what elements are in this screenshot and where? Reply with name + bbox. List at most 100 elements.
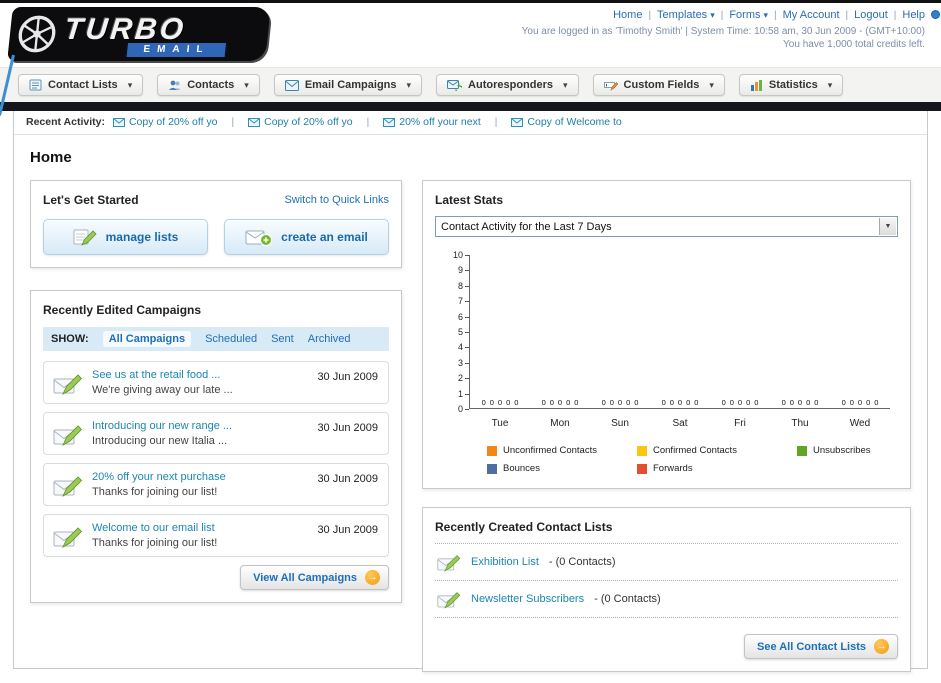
chart-value-label: 0 [669, 397, 674, 407]
campaign-title-link[interactable]: Welcome to our email list [92, 522, 302, 534]
campaign-title-link[interactable]: See us at the retail food ... [92, 369, 302, 381]
see-all-contact-lists-button[interactable]: See All Contact Lists [743, 634, 898, 659]
top-link-help[interactable]: Help [902, 9, 925, 21]
y-tick-label: 4 [458, 342, 469, 352]
tab-sent[interactable]: Sent [271, 333, 294, 345]
contact-list-row[interactable]: Exhibition List - (0 Contacts) [435, 544, 898, 581]
contact-list-count: - (0 Contacts) [548, 556, 616, 568]
campaign-row[interactable]: See us at the retail food ... We're givi… [43, 361, 389, 404]
nav-tab-statistics[interactable]: Statistics [738, 74, 844, 96]
recent-activity-item-label: Copy of Welcome to [527, 116, 622, 128]
chart-value-label: 0 [754, 397, 759, 407]
envelope-icon [248, 117, 261, 127]
page-frame: Recent Activity: Copy of 20% off yo Copy… [13, 111, 928, 672]
y-tick-label: 6 [458, 312, 469, 322]
chart-value-group: 00000 [770, 397, 830, 409]
chart-value-label: 0 [506, 397, 511, 407]
statistics-icon [750, 80, 762, 91]
campaign-date: 30 Jun 2009 [317, 473, 378, 485]
recent-activity-item[interactable]: 20% off your next [383, 116, 481, 128]
recent-activity-item[interactable]: Copy of Welcome to [511, 116, 622, 128]
chart-y-labels: 10 9 8 7 6 5 4 3 2 1 0 [443, 250, 469, 414]
recent-activity-item[interactable]: Copy of 20% off yo [112, 116, 218, 128]
x-axis-label: Sat [672, 418, 688, 429]
chevron-down-icon [761, 9, 769, 21]
view-all-campaigns-button[interactable]: View All Campaigns [240, 565, 389, 590]
nav-tab-label: Contacts [187, 79, 235, 91]
get-started-title: Let's Get Started [43, 193, 139, 207]
nav-tab-contacts[interactable]: Contacts [157, 74, 260, 96]
chart-value-label: 0 [746, 397, 751, 407]
legend-item: Forwards [637, 463, 797, 474]
chart-value-group: 00000 [470, 397, 530, 409]
recent-campaigns-panel: Recently Edited Campaigns SHOW: All Camp… [30, 290, 402, 603]
campaign-row[interactable]: Introducing our new range ... Introducin… [43, 412, 389, 455]
contact-list-link[interactable]: Newsletter Subscribers [471, 593, 584, 605]
y-tick-label: 0 [458, 404, 469, 414]
manage-lists-button[interactable]: manage lists [43, 219, 208, 255]
campaign-list: See us at the retail food ... We're givi… [43, 361, 389, 557]
chart-value-group: 00000 [710, 397, 770, 409]
chart-groups: 00000000000000000000000000000000000 [470, 255, 890, 408]
create-email-button[interactable]: create an email [224, 219, 389, 255]
stats-period-select[interactable]: Contact Activity for the Last 7 Days [435, 216, 898, 237]
campaign-subtitle: Thanks for joining our list! [92, 486, 218, 498]
switch-quick-links-link[interactable]: Switch to Quick Links [284, 194, 389, 206]
top-link-templates[interactable]: Templates [657, 9, 715, 21]
y-tick-label: 5 [458, 327, 469, 337]
campaign-row[interactable]: Welcome to our email list Thanks for joi… [43, 514, 389, 557]
chart-legend: Unconfirmed Contacts Confirmed Contacts Un… [487, 445, 890, 474]
chart-value-label: 0 [497, 397, 503, 407]
chevron-down-icon [403, 79, 412, 91]
tab-scheduled[interactable]: Scheduled [205, 333, 257, 345]
campaign-date: 30 Jun 2009 [317, 422, 378, 434]
legend-swatch [487, 445, 497, 456]
y-tick-label: 1 [458, 389, 469, 399]
chart-value-label: 0 [601, 397, 606, 407]
contact-list-link[interactable]: Exhibition List [471, 556, 539, 568]
help-indicator-dot[interactable] [931, 10, 940, 19]
chevron-down-icon [559, 79, 568, 91]
recent-activity-item-label: Copy of 20% off yo [264, 116, 353, 128]
top-link-home[interactable]: Home [613, 9, 642, 21]
tab-all-campaigns[interactable]: All Campaigns [102, 331, 192, 347]
nav-tab-autoresponders[interactable]: Autoresponders [436, 74, 579, 96]
top-nav: Home Templates Forms My Account Logout Help [522, 9, 925, 21]
chart-axis-spacer [443, 414, 470, 429]
legend-item: Unconfirmed Contacts [487, 445, 637, 456]
campaign-title-link[interactable]: 20% off your next purchase [92, 471, 302, 483]
nav-tab-contact-lists[interactable]: Contact Lists [18, 74, 144, 96]
chart-value-label: 0 [686, 397, 691, 407]
nav-tab-email-campaigns[interactable]: Email Campaigns [273, 74, 423, 96]
chart-value-label: 0 [874, 397, 879, 407]
top-link-my-account[interactable]: My Account [783, 9, 840, 21]
app-logo[interactable]: TURBO EMAIL [7, 7, 271, 61]
chart-value-label: 0 [849, 397, 854, 407]
campaign-title-link[interactable]: Introducing our new range ... [92, 420, 302, 432]
envelope-plus-icon [245, 230, 273, 246]
nav-tab-label: Custom Fields [623, 79, 700, 91]
legend-label: Forwards [653, 463, 693, 474]
right-column: Latest Stats Contact Activity for the La… [422, 180, 911, 672]
tab-archived[interactable]: Archived [308, 333, 351, 345]
recent-activity-label: Recent Activity: [26, 116, 105, 128]
nav-tab-label: Autoresponders [468, 79, 554, 91]
x-axis-label: Thu [791, 418, 809, 429]
chart-value-group: 00000 [650, 397, 710, 409]
top-link-logout[interactable]: Logout [854, 9, 888, 21]
nav-tab-custom-fields[interactable]: Custom Fields [592, 74, 725, 96]
contact-list-row[interactable]: Newsletter Subscribers - (0 Contacts) [435, 581, 898, 618]
x-axis-label: Mon [550, 418, 570, 429]
campaign-filter-bar: SHOW: All Campaigns Scheduled Sent Archi… [43, 327, 389, 351]
top-link-forms[interactable]: Forms [729, 9, 768, 21]
chart-value-label: 0 [857, 397, 863, 407]
envelope-pencil-icon [437, 592, 461, 609]
chart-value-label: 0 [789, 397, 794, 407]
chart-value-label: 0 [609, 397, 614, 407]
chart-value-label: 0 [549, 397, 554, 407]
recent-activity-item[interactable]: Copy of 20% off yo [248, 116, 353, 128]
select-dropdown-arrow-icon[interactable] [879, 218, 896, 235]
campaign-row[interactable]: 20% off your next purchase Thanks for jo… [43, 463, 389, 506]
campaign-subtitle: We're giving away our late ... [92, 384, 233, 396]
email-campaigns-icon [284, 79, 299, 91]
